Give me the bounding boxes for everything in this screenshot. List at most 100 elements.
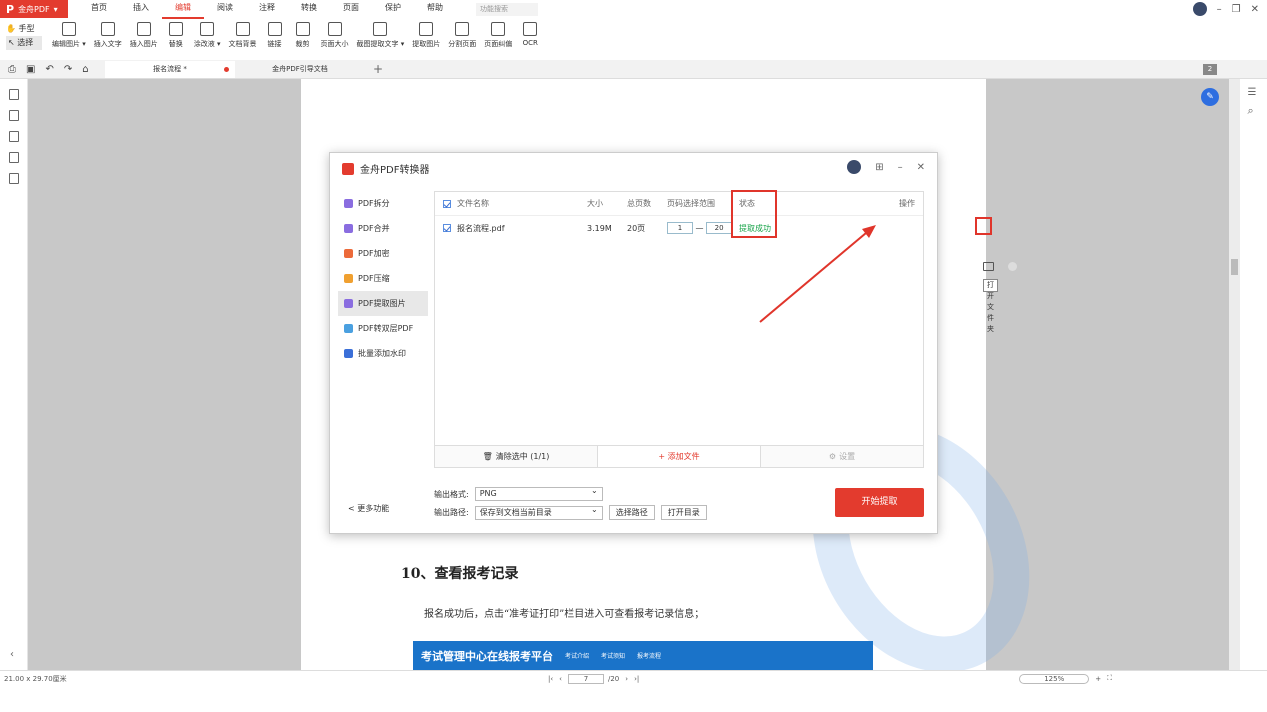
row-checkbox[interactable] [443, 224, 451, 232]
settings-label: 设置 [839, 452, 856, 461]
menu-edit[interactable]: 编辑 [162, 0, 204, 19]
home-icon[interactable]: ⌂ [82, 64, 88, 75]
crop-icon [295, 22, 310, 36]
settings-button[interactable]: ⚙ 设置 [761, 446, 923, 467]
sidebar-item-pdf-split[interactable]: PDF拆分 [338, 191, 428, 216]
tab-guide-document[interactable]: 金舟PDF引导文档 [235, 61, 365, 78]
insert-text-tool[interactable]: 插入文字 [90, 22, 126, 49]
search-icon[interactable]: ⌕ [1248, 104, 1260, 118]
menu-convert[interactable]: 转换 [288, 0, 330, 19]
sidebar-item-pdf-dual-layer[interactable]: PDF转双层PDF [338, 316, 428, 341]
sidebar-item-batch-watermark[interactable]: 批量添加水印 [338, 341, 428, 366]
start-extract-button[interactable]: 开始提取 [835, 488, 924, 517]
print-icon[interactable]: ⎙ [8, 64, 16, 75]
output-format-select[interactable]: PNG [474, 485, 603, 501]
settings-sliders-icon[interactable]: ☰ [1248, 87, 1260, 98]
dialog-avatar[interactable] [847, 160, 862, 174]
embedded-screenshot-banner: 考试管理中心在线报考平台 考试介绍 考试须知 报考流程 [413, 641, 873, 670]
remove-file-icon[interactable] [1008, 262, 1017, 271]
output-path-select[interactable]: 保存到文档当前目录 [474, 504, 603, 520]
collapse-icon[interactable]: ‹ [10, 649, 14, 660]
zoom-select[interactable]: 125% [1019, 673, 1090, 684]
dialog-close-icon[interactable]: ✕ [917, 162, 925, 173]
page-size-icon [327, 22, 342, 36]
replace-tool[interactable]: 替换 [162, 22, 190, 49]
tool-label: 插入图片 [129, 40, 158, 48]
link-icon [267, 22, 282, 36]
bookmark-icon[interactable] [8, 89, 19, 100]
undo-icon[interactable]: ↶ [45, 64, 53, 75]
open-folder-icon[interactable] [983, 262, 994, 271]
file-size: 3.19M [587, 223, 612, 233]
edit-image-tool[interactable]: 编辑图片 ▾ [48, 22, 90, 49]
ocr-icon [523, 22, 538, 36]
scrollbar-thumb[interactable] [1231, 259, 1238, 275]
select-tool[interactable]: ↖ 选择 [6, 36, 42, 50]
add-file-button[interactable]: + 添加文件 [597, 446, 761, 467]
sidebar-item-pdf-encrypt[interactable]: PDF加密 [338, 241, 428, 266]
menu-protect[interactable]: 保护 [372, 0, 414, 19]
tab-label: 金舟PDF引导文档 [272, 64, 328, 73]
thumbnail-icon[interactable] [8, 110, 19, 121]
menu-insert[interactable]: 插入 [120, 0, 162, 19]
last-page-icon[interactable]: ›| [634, 675, 639, 683]
main-menu: 首页 插入 编辑 阅读 注释 转换 页面 保护 帮助 [78, 0, 456, 19]
menu-help[interactable]: 帮助 [414, 0, 456, 19]
extract-image-tool[interactable]: 提取图片 [408, 22, 444, 49]
select-all-checkbox[interactable] [443, 199, 451, 208]
range-from-input[interactable]: 1 [667, 222, 693, 234]
crop-tool[interactable]: 裁剪 [289, 22, 317, 49]
more-features-link[interactable]: < 更多功能 [348, 503, 389, 514]
attachment-icon[interactable] [8, 152, 19, 163]
save-icon[interactable]: ▣ [26, 64, 35, 75]
feedback-icon[interactable]: ⊞ [875, 162, 883, 173]
deskew-tool[interactable]: 页面纠偏 [480, 22, 516, 49]
image-panel-icon[interactable] [8, 173, 19, 184]
extract-images-icon [344, 299, 353, 308]
split-page-tool[interactable]: 分割页面 [444, 22, 480, 49]
first-page-icon[interactable]: |‹ [548, 675, 553, 683]
feature-search-input[interactable]: 功能搜索 [476, 2, 538, 16]
prev-page-icon[interactable]: ‹ [559, 675, 562, 683]
app-menu-button[interactable]: P 金舟PDF ▾ [0, 0, 68, 18]
sidebar-item-pdf-compress[interactable]: PDF压缩 [338, 266, 428, 291]
redo-icon[interactable]: ↷ [64, 64, 72, 75]
page-size-tool[interactable]: 页面大小 [317, 22, 353, 49]
whiteout-tool[interactable]: 涂改液 ▾ [190, 22, 225, 49]
page-number-input[interactable]: 7 [567, 673, 604, 684]
close-icon[interactable]: ✕ [1251, 4, 1259, 15]
background-tool[interactable]: 文档背景 [225, 22, 261, 49]
open-directory-button[interactable]: 打开目录 [660, 505, 707, 520]
dialog-minimize-icon[interactable]: – [898, 162, 903, 173]
add-file-label: + 添加文件 [658, 452, 700, 461]
range-to-input[interactable]: 20 [706, 222, 733, 234]
menu-home[interactable]: 首页 [78, 0, 120, 19]
tab-registration-process[interactable]: 报名流程 * [105, 60, 235, 78]
add-tab-button[interactable]: + [373, 62, 383, 76]
vertical-scrollbar[interactable] [1229, 79, 1240, 670]
link-tool[interactable]: 链接 [261, 22, 289, 49]
zoom-in-icon[interactable]: + [1095, 675, 1101, 683]
assistant-icon[interactable]: ✎ [1201, 88, 1219, 106]
quick-actions: ⎙ ▣ ↶ ↷ ⌂ [0, 64, 105, 75]
menu-page[interactable]: 页面 [330, 0, 372, 19]
user-avatar[interactable] [1192, 2, 1207, 16]
minimize-icon[interactable]: – [1217, 4, 1222, 15]
col-size: 大小 [587, 199, 603, 208]
restore-icon[interactable]: ❐ [1232, 4, 1241, 15]
ocr-tool[interactable]: OCR [516, 22, 544, 49]
sidebar-item-pdf-merge[interactable]: PDF合并 [338, 216, 428, 241]
comment-icon[interactable] [8, 131, 19, 142]
fullscreen-icon[interactable]: ⛶ [1107, 674, 1112, 683]
menu-annotate[interactable]: 注释 [246, 0, 288, 19]
sidebar-item-pdf-extract-images[interactable]: PDF提取图片 [338, 291, 428, 316]
clear-selected-button[interactable]: 🗑 清除选中 (1/1) [435, 446, 597, 467]
hand-tool[interactable]: ✋ 手型 [6, 22, 48, 36]
screenshot-ocr-tool[interactable]: 截图提取文字 ▾ [353, 22, 409, 49]
next-page-icon[interactable]: › [625, 675, 628, 683]
choose-path-button[interactable]: 选择路径 [608, 505, 655, 520]
menu-read[interactable]: 阅读 [204, 0, 246, 19]
clear-selected-label: 清除选中 (1/1) [495, 452, 550, 461]
insert-image-tool[interactable]: 插入图片 [126, 22, 162, 49]
page-range: 1 — 20 [667, 222, 739, 234]
